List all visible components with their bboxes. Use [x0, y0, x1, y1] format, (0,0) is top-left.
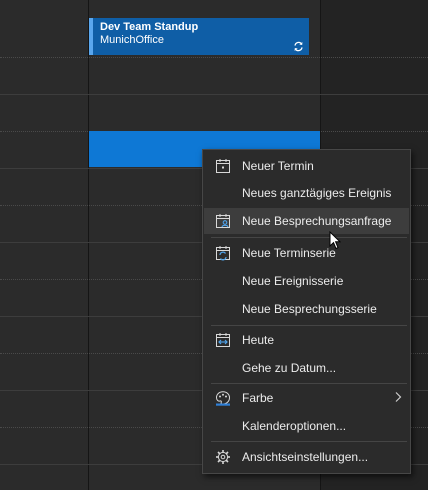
color-palette-icon	[215, 391, 231, 406]
menu-item-new-meeting-request[interactable]: Neue Besprechungsanfrage	[204, 208, 409, 234]
menu-item-new-appointment[interactable]: Neuer Termin	[204, 153, 409, 179]
event-title: Dev Team Standup	[100, 21, 199, 33]
menu-item-new-meeting-series[interactable]: Neue Besprechungsserie	[204, 296, 409, 322]
menu-item-new-all-day-event[interactable]: Neues ganztägiges Ereignis	[204, 180, 409, 206]
menu-item-label: Kalenderoptionen...	[242, 419, 347, 433]
menu-item-label: Neues ganztägiges Ereignis	[242, 186, 392, 200]
time-slot-line	[0, 57, 428, 58]
event-location: MunichOffice	[100, 34, 164, 46]
menu-item-color[interactable]: Farbe	[204, 385, 409, 411]
menu-item-view-settings[interactable]: Ansichtseinstellungen...	[204, 444, 409, 470]
calendar-event[interactable]: Dev Team Standup MunichOffice	[89, 18, 309, 55]
today-icon	[216, 333, 230, 347]
menu-item-label: Gehe zu Datum...	[242, 361, 337, 375]
gear-icon	[216, 450, 230, 464]
calendar-new-icon	[216, 159, 230, 173]
menu-item-label: Heute	[242, 333, 275, 347]
menu-item-go-to-date[interactable]: Gehe zu Datum...	[204, 355, 409, 381]
context-menu: Neuer Termin Neues ganztägiges Ereignis …	[202, 149, 411, 474]
hour-line	[0, 94, 428, 95]
column-divider	[88, 0, 89, 490]
recurring-appointment-icon	[216, 246, 230, 261]
menu-item-label: Ansichtseinstellungen...	[242, 450, 369, 464]
menu-item-label: Neue Besprechungsanfrage	[242, 214, 392, 228]
menu-item-label: Neuer Termin	[242, 159, 314, 173]
menu-separator	[211, 383, 407, 384]
menu-item-label: Farbe	[242, 391, 274, 405]
menu-item-today[interactable]: Heute	[204, 327, 409, 353]
menu-separator	[211, 441, 407, 442]
menu-separator	[211, 237, 407, 238]
menu-item-calendar-options[interactable]: Kalenderoptionen...	[204, 413, 409, 439]
meeting-request-icon	[216, 214, 230, 228]
menu-item-label: Neue Terminserie	[242, 246, 336, 260]
recurring-sync-icon	[294, 41, 303, 52]
menu-item-new-event-series[interactable]: Neue Ereignisserie	[204, 268, 409, 294]
menu-item-new-recurring-appointment[interactable]: Neue Terminserie	[204, 240, 409, 266]
menu-item-label: Neue Ereignisserie	[242, 274, 344, 288]
menu-separator	[211, 325, 407, 326]
menu-item-label: Neue Besprechungsserie	[242, 302, 377, 316]
calendar-column[interactable]	[0, 0, 88, 490]
chevron-right-icon	[395, 392, 402, 402]
mouse-pointer-icon	[329, 231, 341, 250]
